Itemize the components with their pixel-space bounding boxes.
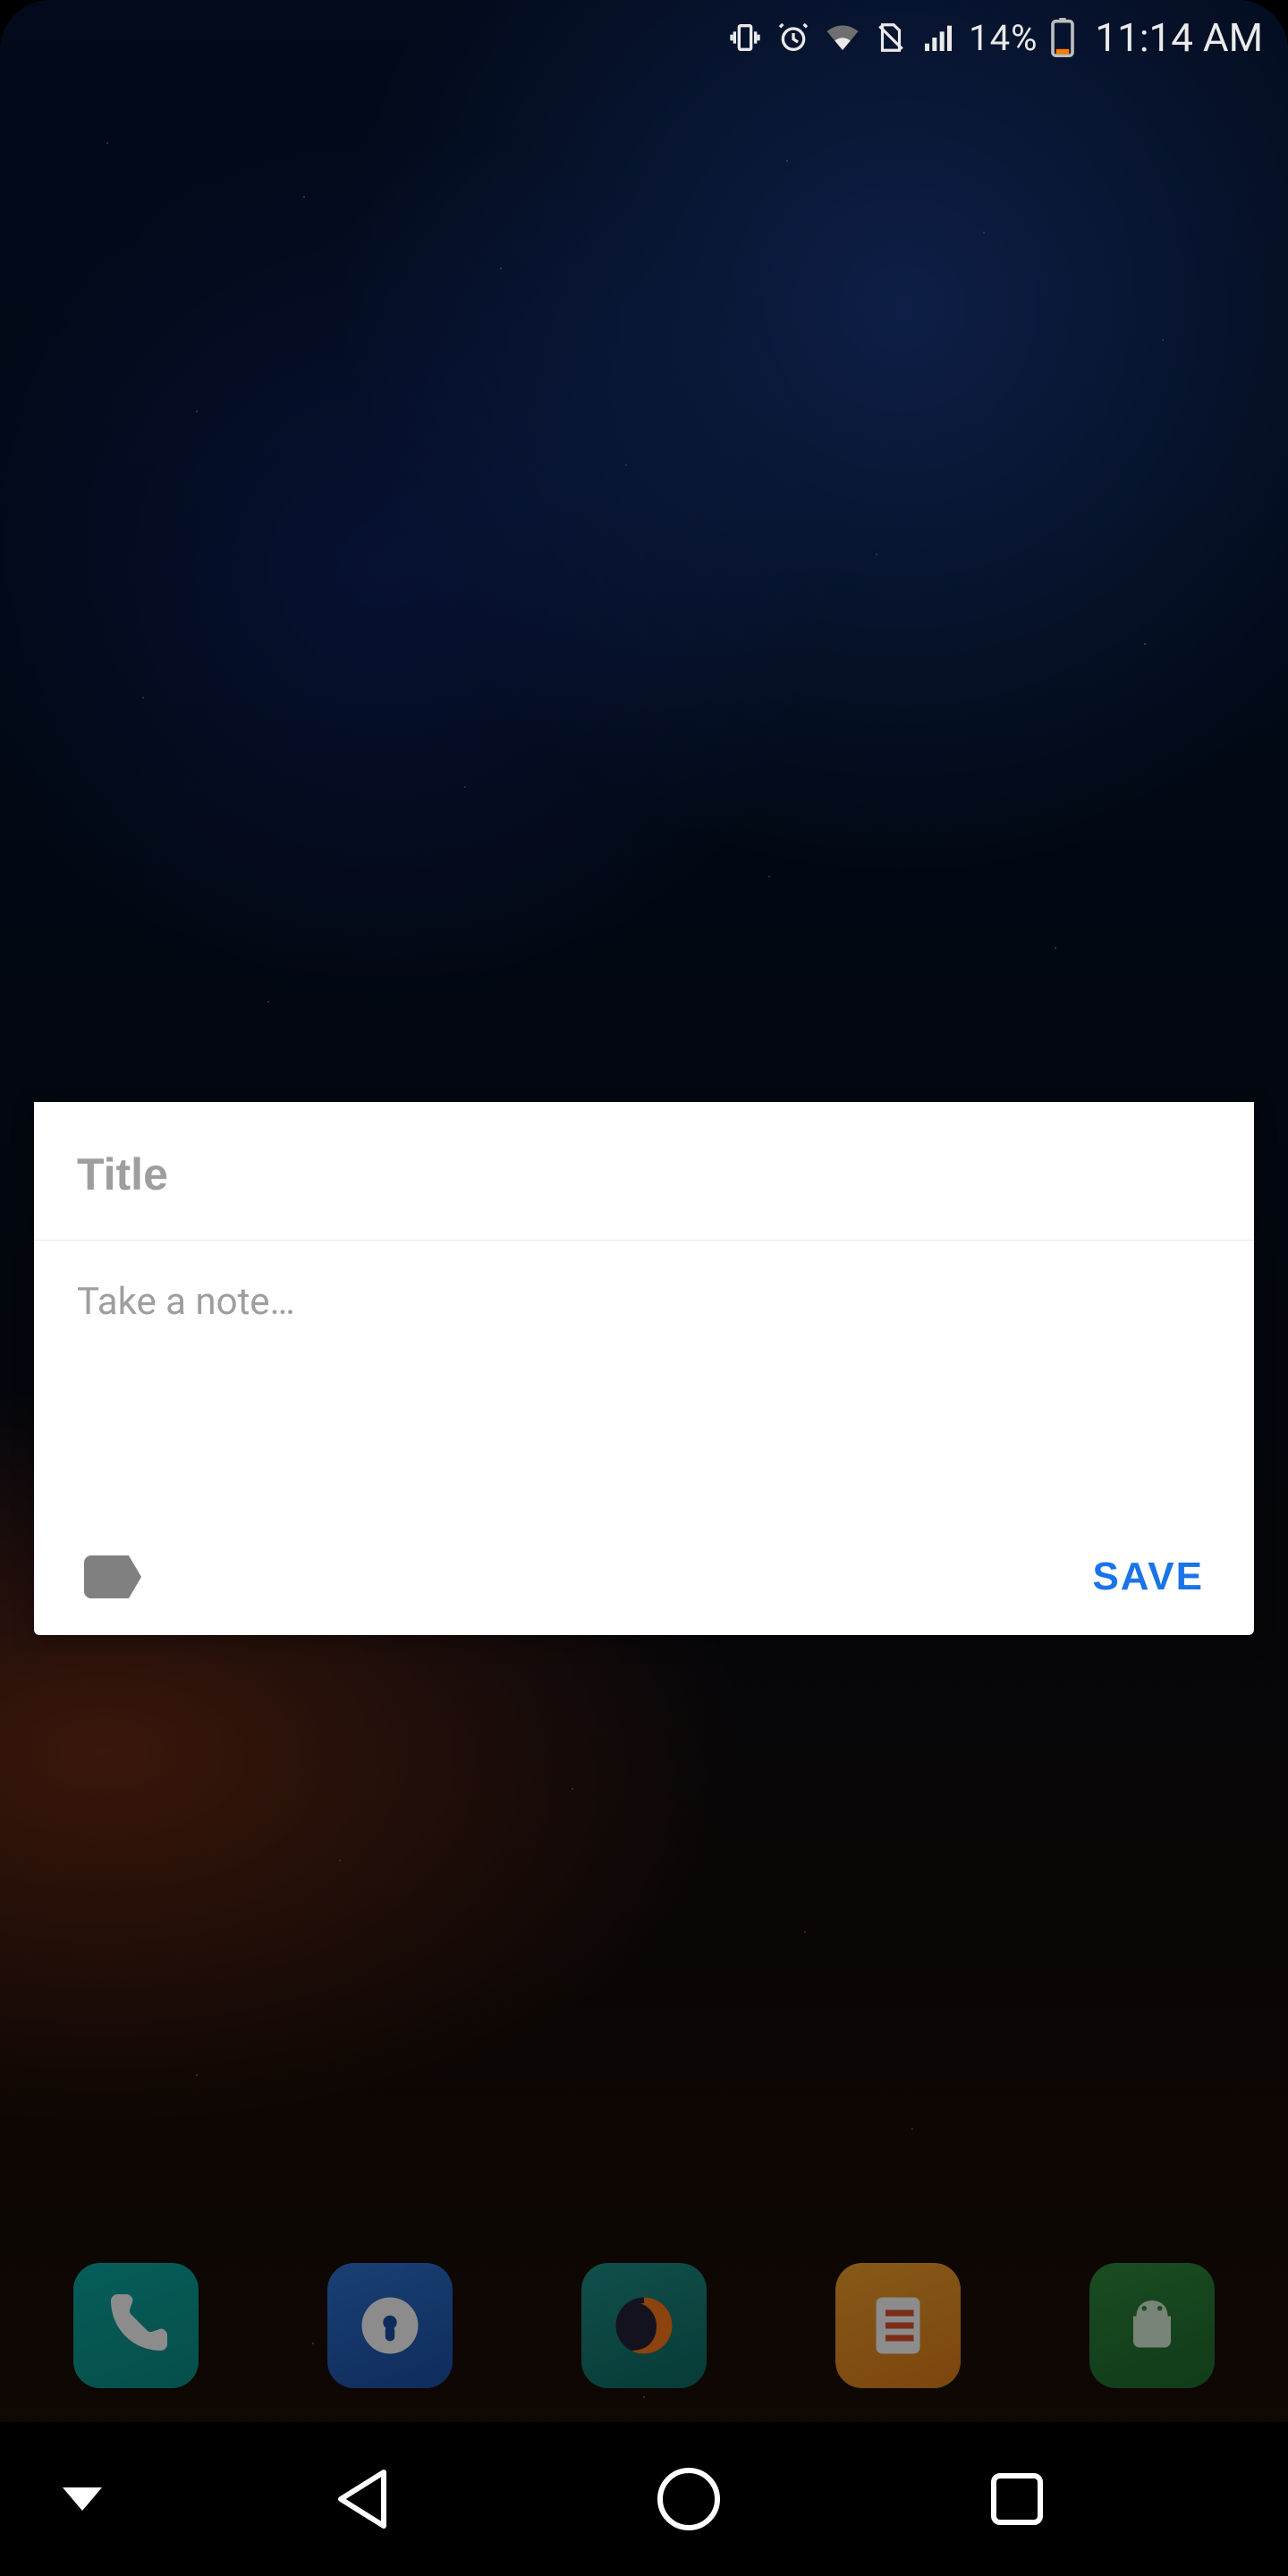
navigation-bar <box>0 2422 1288 2576</box>
cell-signal-icon <box>920 20 956 55</box>
note-title-input[interactable] <box>34 1102 1254 1240</box>
battery-icon <box>1050 18 1075 57</box>
chevron-down-icon <box>63 2487 102 2511</box>
label-icon[interactable] <box>84 1555 141 1598</box>
home-icon <box>657 2468 720 2530</box>
device-frame: 14% 11:14 AM SAVE <box>0 0 1288 2576</box>
dock-app-firefox[interactable] <box>581 2263 707 2388</box>
save-button[interactable]: SAVE <box>1092 1555 1204 1599</box>
alarm-icon <box>775 20 811 55</box>
no-sim-icon <box>874 21 908 55</box>
dock-app-android[interactable] <box>1089 2263 1215 2388</box>
note-actions: SAVE <box>34 1537 1254 1635</box>
dock-app-notes[interactable] <box>835 2263 961 2388</box>
nav-home-button[interactable] <box>525 2468 853 2530</box>
nav-recents-button[interactable] <box>852 2473 1181 2525</box>
dock-app-phone[interactable] <box>73 2263 199 2388</box>
nav-back-button[interactable] <box>197 2469 525 2529</box>
dock-app-signal[interactable] <box>327 2263 453 2388</box>
nav-ime-switch[interactable] <box>0 2487 197 2511</box>
status-bar: 14% 11:14 AM <box>0 0 1288 75</box>
vibrate-icon <box>727 20 763 55</box>
clock: 11:14 AM <box>1095 14 1263 61</box>
battery-percent: 14% <box>969 17 1038 59</box>
back-icon <box>334 2469 387 2529</box>
note-card: SAVE <box>34 1102 1254 1635</box>
wifi-icon <box>824 19 861 56</box>
note-body-input[interactable] <box>34 1241 1254 1398</box>
dock <box>0 2254 1288 2397</box>
recents-icon <box>991 2473 1043 2525</box>
